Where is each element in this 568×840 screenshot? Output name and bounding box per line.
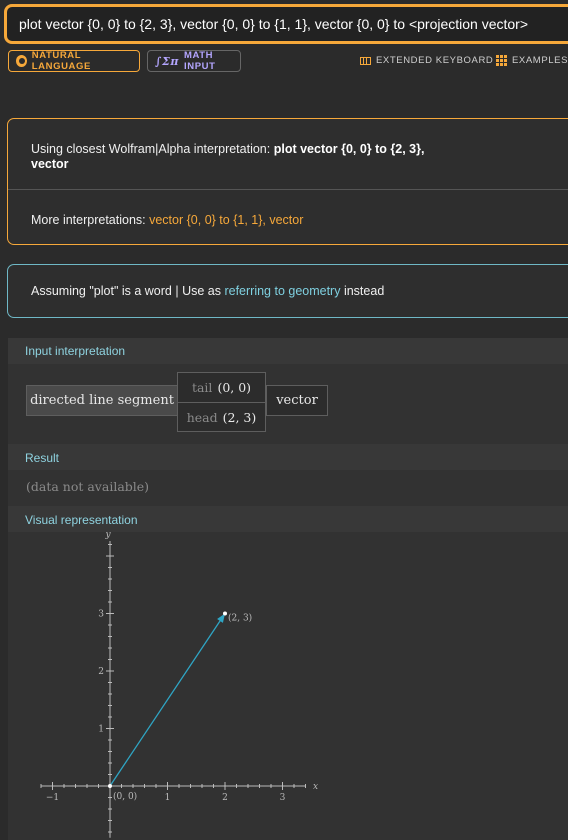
x-tick-label: 2: [222, 793, 228, 803]
point-annotation: (2, 3): [228, 613, 252, 624]
more-interpretations-link[interactable]: vector {0, 0} to {1, 1}, vector: [149, 213, 303, 227]
assumption-prefix: Assuming "plot" is a word | Use as: [31, 284, 225, 298]
examples-label: EXAMPLES: [512, 55, 568, 66]
x-tick-label: 1: [165, 793, 171, 803]
math-input-icon: ∫Σπ: [155, 54, 179, 68]
assumption-suffix: instead: [340, 284, 385, 298]
more-interpretations: More interpretations: vector {0, 0} to {…: [31, 213, 303, 227]
query-input[interactable]: plot vector {0, 0} to {2, 3}, vector {0,…: [4, 4, 568, 44]
point-annotation: (0, 0): [113, 791, 137, 802]
extended-keyboard-link[interactable]: EXTENDED KEYBOARD: [360, 55, 493, 66]
vector-cell: vector: [266, 385, 328, 416]
head-value: (2, 3): [222, 409, 257, 425]
wolfram-sun-icon: [16, 55, 27, 67]
vector-line: [109, 613, 226, 787]
x-tick-label: −1: [46, 793, 59, 803]
math-input-button[interactable]: ∫Σπ MATH INPUT: [147, 50, 241, 72]
result-pod-header: [8, 444, 568, 470]
y-axis-label: y: [104, 532, 111, 540]
query-text: plot vector {0, 0} to {2, 3}, vector {0,…: [19, 16, 529, 32]
assumption-card: Assuming "plot" is a word | Use as refer…: [7, 264, 568, 318]
assumption-link[interactable]: referring to geometry: [224, 284, 340, 298]
natural-language-label: NATURAL LANGUAGE: [31, 50, 91, 72]
x-axis-label: x: [313, 782, 318, 792]
y-tick-label: 2: [98, 667, 104, 677]
directed-segment-cell: directed line segment: [26, 385, 178, 416]
more-interpretations-label: More interpretations:: [31, 213, 150, 227]
tail-label: tail: [191, 380, 213, 395]
visual-representation-title: Visual representation: [25, 513, 138, 527]
y-tick-label: 1: [98, 725, 104, 735]
examples-grid-icon: [496, 55, 507, 66]
interpretation-divider: [8, 189, 568, 190]
vector-plot: −1 1 2 3 1 2 3 x y (2, 3) (0, 0): [40, 532, 318, 838]
keyboard-icon: [360, 56, 371, 65]
interpretation-prefix: Using closest Wolfram|Alpha interpretati…: [31, 142, 274, 156]
result-title: Result: [25, 451, 60, 465]
tail-row: tail (0, 0): [178, 373, 265, 402]
extended-keyboard-label: EXTENDED KEYBOARD: [376, 55, 494, 66]
natural-language-button[interactable]: NATURAL LANGUAGE: [8, 50, 140, 72]
examples-link[interactable]: EXAMPLES: [496, 55, 568, 66]
interpretation-text: Using closest Wolfram|Alpha interpretati…: [31, 142, 451, 172]
x-tick-label: 3: [280, 793, 286, 803]
input-interpretation-title: Input interpretation: [25, 344, 126, 358]
y-tick-label: 3: [98, 610, 104, 620]
head-point: [223, 611, 227, 616]
tail-head-table: tail (0, 0) head (2, 3): [177, 372, 266, 432]
head-label: head: [186, 409, 218, 425]
result-value: (data not available): [26, 479, 150, 494]
tail-point: [108, 784, 112, 788]
math-input-label: MATH INPUT: [184, 50, 216, 72]
tail-value: (0, 0): [217, 380, 252, 395]
head-row: head (2, 3): [178, 402, 265, 431]
results-pods: Input interpretation directed line segme…: [8, 338, 568, 840]
interpretation-card: Using closest Wolfram|Alpha interpretati…: [7, 118, 568, 245]
